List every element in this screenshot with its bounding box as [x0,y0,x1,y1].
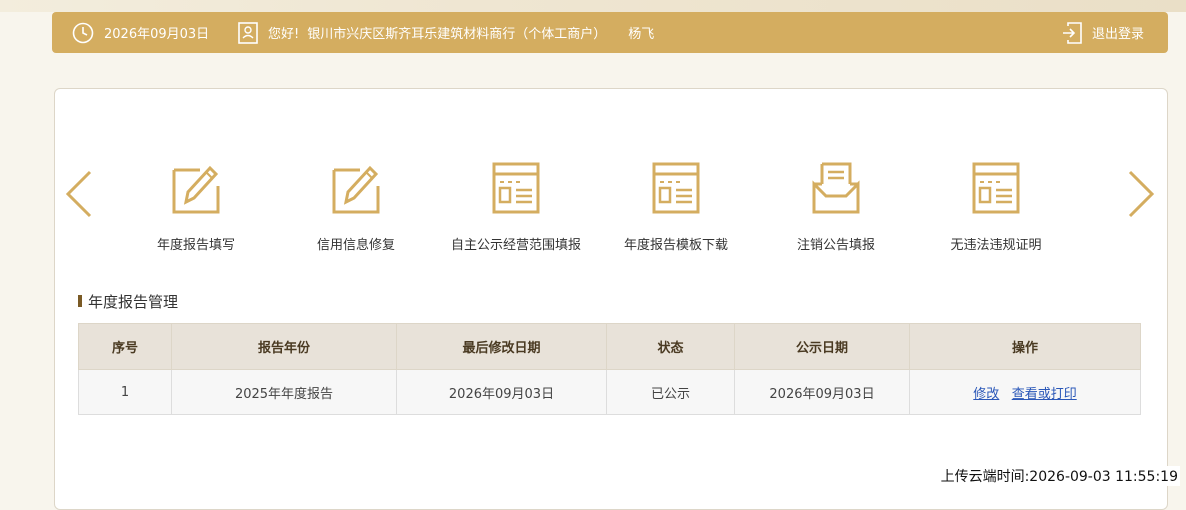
top-decoration [0,0,1186,12]
user-name: 杨飞 [628,27,655,42]
column-header: 报告年份 [171,323,397,370]
greeting-text: 您好! [268,27,300,42]
column-header: 最后修改日期 [396,323,607,370]
carousel-next-button[interactable] [1126,170,1156,222]
edit-icon [332,162,380,214]
func-label: 注销公告填报 [796,238,875,253]
main-panel [54,88,1168,510]
table-header-row: 序号 报告年份 最后修改日期 状态 公示日期 操作 [78,323,1141,370]
cell-index: 1 [78,369,172,415]
logout-icon [1062,21,1082,44]
func-no-violation-proof[interactable]: 无违法违规证明 [916,162,1076,253]
carousel-prev-button[interactable] [64,170,94,222]
logout-button[interactable]: 退出登录 [1062,12,1144,53]
clock-icon [72,22,94,44]
chevron-left-icon [65,170,92,218]
upload-time: 上传云端时间:2026-09-03 11:55:19 [938,466,1180,486]
header-user-info: 您好! 银川市兴庆区斯齐耳乐建筑材料商行（个体工商户） 杨飞 [238,12,654,53]
func-label: 信用信息修复 [316,238,395,253]
column-header: 公示日期 [734,323,910,370]
form-icon [492,162,540,214]
func-label: 年度报告填写 [156,238,235,253]
user-card-icon [238,21,258,44]
company-name: 银川市兴庆区斯齐耳乐建筑材料商行（个体工商户） [307,27,607,42]
func-template-download[interactable]: 年度报告模板下载 [596,162,756,253]
func-label: 自主公示经营范围填报 [450,238,581,253]
chevron-right-icon [1128,170,1155,218]
cell-report-year: 2025年年度报告 [171,369,397,415]
func-business-scope[interactable]: 自主公示经营范围填报 [436,162,596,253]
func-annual-report-fill[interactable]: 年度报告填写 [116,162,276,253]
func-label: 年度报告模板下载 [623,238,728,253]
section-marker [78,295,82,307]
cell-publish-date: 2026年09月03日 [734,369,910,415]
table-row: 1 2025年年度报告 2026年09月03日 已公示 2026年09月03日 … [78,369,1141,415]
form-icon [652,162,700,214]
form-icon [972,162,1020,214]
section-title-text: 年度报告管理 [88,292,179,311]
func-credit-repair[interactable]: 信用信息修复 [276,162,436,253]
edit-link[interactable]: 修改 [973,387,999,402]
column-header: 操作 [909,323,1141,370]
func-label: 无违法违规证明 [950,238,1042,253]
cell-modified-date: 2026年09月03日 [396,369,607,415]
edit-icon [172,162,220,214]
header-date: 2026年09月03日 [72,12,209,53]
cell-actions: 修改 查看或打印 [909,369,1141,415]
cell-status: 已公示 [606,369,735,415]
header-date-text: 2026年09月03日 [104,27,210,42]
section-title: 年度报告管理 [78,291,178,311]
header-bar: 2026年09月03日 您好! 银川市兴庆区斯齐耳乐建筑材料商行（个体工商户） … [52,12,1168,53]
inbox-icon [812,162,860,214]
column-header: 序号 [78,323,172,370]
func-cancellation-notice[interactable]: 注销公告填报 [756,162,916,253]
view-print-link[interactable]: 查看或打印 [1012,387,1077,402]
annual-report-table: 序号 报告年份 最后修改日期 状态 公示日期 操作 1 2025年年度报告 20… [78,323,1141,415]
logout-label: 退出登录 [1091,27,1144,42]
column-header: 状态 [606,323,735,370]
